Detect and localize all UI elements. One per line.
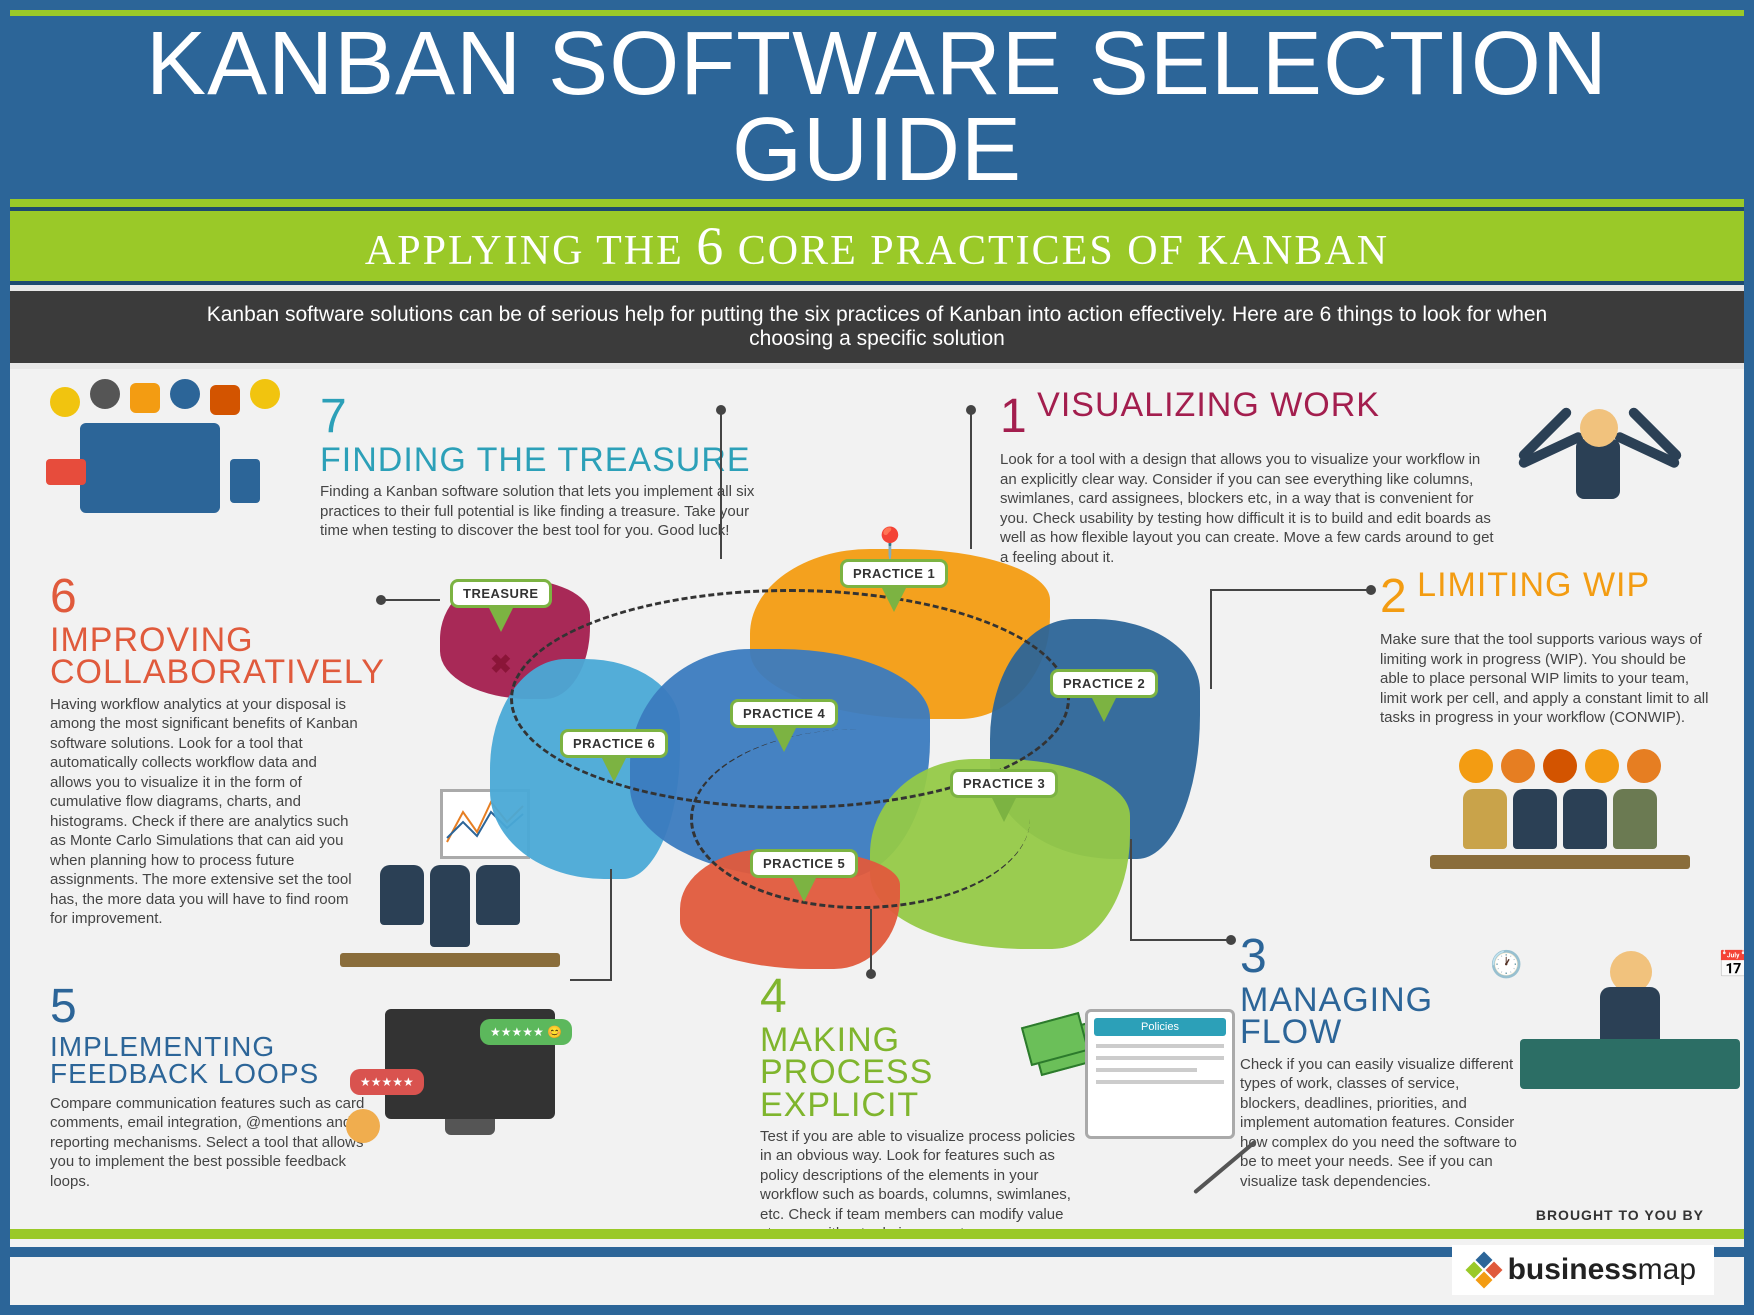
section-1: 1 VISUALIZING WORK Look for a tool with … bbox=[1000, 389, 1500, 567]
section-3-number: 3 bbox=[1240, 929, 1267, 984]
pin-practice-5: PRACTICE 5 bbox=[750, 849, 858, 902]
connector-2b bbox=[1210, 589, 1212, 689]
section-7-body: Finding a Kanban software solution that … bbox=[320, 482, 760, 541]
brand-text: businessmap bbox=[1508, 1253, 1696, 1287]
connector-dot bbox=[716, 405, 726, 415]
pin-practice-1: PRACTICE 1 bbox=[840, 559, 948, 612]
pin-practice-4: PRACTICE 4 bbox=[730, 699, 838, 752]
pin-label: PRACTICE 4 bbox=[730, 699, 838, 728]
section-4: 4 MAKING PROCESS EXPLICIT Test if you ar… bbox=[760, 969, 1080, 1244]
connector-dot bbox=[1366, 585, 1376, 595]
section-5-body: Compare communication features such as c… bbox=[50, 1094, 380, 1192]
illustration-desk-worker: 🕐 📅 bbox=[1520, 949, 1740, 1109]
connector-5b bbox=[570, 979, 612, 981]
subtitle-six: 6 bbox=[696, 216, 725, 276]
policy-header-label: Policies bbox=[1094, 1018, 1226, 1036]
section-7-number: 7 bbox=[320, 389, 347, 444]
connector-dot bbox=[376, 595, 386, 605]
section-6: 6 IMPROVING COLLABORATIVELY Having workf… bbox=[50, 569, 360, 929]
section-3-title: MANAGING FLOW bbox=[1240, 984, 1520, 1049]
connector-3a bbox=[1130, 839, 1132, 939]
section-3-body: Check if you can easily visualize differ… bbox=[1240, 1055, 1520, 1192]
map-start-marker-icon: 📍 bbox=[870, 525, 910, 563]
footer: BROUGHT TO YOU BY businessmap bbox=[10, 1229, 1744, 1305]
pin-practice-2: PRACTICE 2 bbox=[1050, 669, 1158, 722]
content-area: 7 FINDING THE TREASURE Finding a Kanban … bbox=[10, 369, 1744, 1315]
brand-logo: businessmap bbox=[1452, 1245, 1714, 1295]
pin-practice-3: PRACTICE 3 bbox=[950, 769, 1058, 822]
connector-1 bbox=[970, 409, 972, 549]
subtitle: APPLYING THE 6 CORE PRACTICES OF KANBAN bbox=[10, 215, 1744, 277]
pin-practice-6: PRACTICE 6 bbox=[560, 729, 668, 782]
section-6-title: IMPROVING COLLABORATIVELY bbox=[50, 624, 385, 689]
section-4-body: Test if you are able to visualize proces… bbox=[760, 1127, 1080, 1244]
pin-label: PRACTICE 5 bbox=[750, 849, 858, 878]
section-3: 3 MANAGING FLOW Check if you can easily … bbox=[1240, 929, 1520, 1191]
intro-blurb: Kanban software solutions can be of seri… bbox=[10, 285, 1744, 369]
connector-4 bbox=[870, 909, 872, 973]
section-7: 7 FINDING THE TREASURE Finding a Kanban … bbox=[320, 389, 760, 541]
connector-dot bbox=[866, 969, 876, 979]
section-6-number: 6 bbox=[50, 569, 77, 624]
infographic-page: KANBAN SOFTWARE SELECTION GUIDE APPLYING… bbox=[0, 0, 1754, 1315]
brand-mark-icon bbox=[1470, 1256, 1498, 1284]
section-6-body: Having workflow analytics at your dispos… bbox=[50, 695, 360, 929]
section-5-number: 5 bbox=[50, 979, 77, 1034]
section-1-body: Look for a tool with a design that allow… bbox=[1000, 450, 1500, 567]
subtitle-suffix: CORE PRACTICES OF KANBAN bbox=[725, 228, 1389, 274]
illustration-feedback-monitor: ★★★★★ ★★★★★ 😊 bbox=[360, 1009, 580, 1159]
connector-dot bbox=[1226, 935, 1236, 945]
connector-7 bbox=[720, 409, 722, 559]
section-5: 5 IMPLEMENTING FEEDBACK LOOPS Compare co… bbox=[50, 979, 380, 1191]
connector-6 bbox=[380, 599, 440, 601]
connector-5a bbox=[610, 869, 612, 979]
pin-label: PRACTICE 6 bbox=[560, 729, 668, 758]
section-1-number: 1 bbox=[1000, 389, 1027, 444]
header: KANBAN SOFTWARE SELECTION GUIDE bbox=[10, 10, 1744, 207]
treasure-x-icon: ✖ bbox=[490, 649, 512, 680]
section-5-title: IMPLEMENTING FEEDBACK LOOPS bbox=[50, 1034, 380, 1087]
illustration-team-meeting bbox=[1410, 749, 1710, 869]
pin-treasure: TREASURE bbox=[450, 579, 552, 632]
section-1-title: VISUALIZING WORK bbox=[1037, 389, 1380, 421]
section-7-title: FINDING THE TREASURE bbox=[320, 444, 751, 476]
connector-3b bbox=[1130, 939, 1230, 941]
illustration-multitasker bbox=[1520, 389, 1690, 559]
connector-dot bbox=[966, 405, 976, 415]
brought-to-you-by: BROUGHT TO YOU BY bbox=[1536, 1207, 1704, 1223]
section-2-number: 2 bbox=[1380, 569, 1407, 624]
pin-label: PRACTICE 2 bbox=[1050, 669, 1158, 698]
connector-2a bbox=[1210, 589, 1370, 591]
section-2-body: Make sure that the tool supports various… bbox=[1380, 630, 1710, 728]
subtitle-band: APPLYING THE 6 CORE PRACTICES OF KANBAN bbox=[10, 207, 1744, 285]
pin-label: PRACTICE 3 bbox=[950, 769, 1058, 798]
subtitle-prefix: APPLYING THE bbox=[365, 228, 696, 274]
pin-label: PRACTICE 1 bbox=[840, 559, 948, 588]
section-2: 2 LIMITING WIP Make sure that the tool s… bbox=[1380, 569, 1710, 728]
practice-map: 📍 ✖ PRACTICE 1 PRACTICE 2 PRACTICE 3 PRA… bbox=[430, 559, 1190, 979]
section-2-title: LIMITING WIP bbox=[1417, 569, 1650, 601]
page-title: KANBAN SOFTWARE SELECTION GUIDE bbox=[10, 22, 1744, 193]
illustration-policies: Policies bbox=[1085, 1009, 1255, 1159]
illustration-tech-icons bbox=[40, 379, 280, 529]
pin-label: TREASURE bbox=[450, 579, 552, 608]
